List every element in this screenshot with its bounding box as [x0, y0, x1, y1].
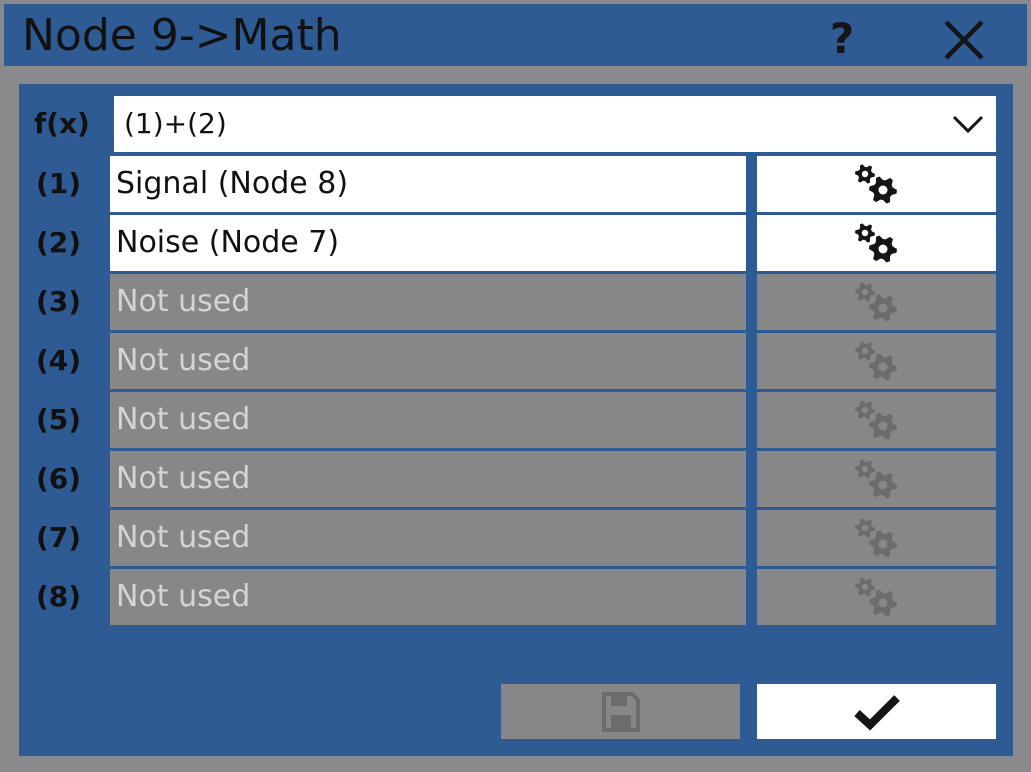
input-source-field[interactable]: Not used — [110, 510, 746, 566]
input-source-field[interactable]: Not used — [110, 333, 746, 389]
input-source-field[interactable]: Noise (Node 7) — [110, 215, 746, 271]
input-label: (5) — [36, 403, 82, 436]
input-settings-button[interactable] — [757, 333, 996, 389]
function-label: f(x) — [34, 107, 90, 140]
input-source-field[interactable]: Not used — [110, 274, 746, 330]
input-source-field[interactable]: Not used — [110, 569, 746, 625]
gears-icon — [854, 164, 897, 204]
checkmark-icon — [853, 694, 900, 731]
input-label: (3) — [36, 285, 82, 318]
input-label: (6) — [36, 462, 82, 495]
gears-icon — [854, 223, 897, 263]
gears-icon — [854, 282, 897, 322]
gears-icon — [854, 459, 897, 499]
close-icon — [944, 20, 984, 60]
input-settings-button[interactable] — [757, 392, 996, 448]
input-source-field[interactable]: Signal (Node 8) — [110, 156, 746, 212]
function-select[interactable]: (1)+(2) — [114, 96, 996, 152]
input-settings-button[interactable] — [757, 215, 996, 271]
input-label: (4) — [36, 344, 82, 377]
function-value: (1)+(2) — [124, 107, 227, 140]
gears-icon — [854, 341, 897, 381]
input-settings-button[interactable] — [757, 510, 996, 566]
gears-icon — [854, 577, 897, 617]
help-button[interactable]: ? — [820, 14, 864, 63]
math-settings-panel: f(x) (1)+(2) (1) Signal (Node 8) (2) Noise … — [19, 84, 1013, 756]
gears-icon — [854, 518, 897, 558]
close-button[interactable] — [938, 16, 990, 64]
save-icon — [601, 691, 640, 732]
title-bar: Node 9->Math ? — [4, 4, 1027, 66]
confirm-button[interactable] — [757, 684, 996, 739]
input-settings-button[interactable] — [757, 451, 996, 507]
input-label: (8) — [36, 580, 82, 613]
chevron-down-icon — [952, 115, 984, 134]
input-settings-button[interactable] — [757, 569, 996, 625]
input-label: (2) — [36, 226, 82, 259]
input-source-field[interactable]: Not used — [110, 451, 746, 507]
gears-icon — [854, 400, 897, 440]
input-label: (1) — [36, 167, 82, 200]
input-label: (7) — [36, 521, 82, 554]
input-source-field[interactable]: Not used — [110, 392, 746, 448]
save-button[interactable] — [501, 684, 740, 739]
input-settings-button[interactable] — [757, 156, 996, 212]
input-settings-button[interactable] — [757, 274, 996, 330]
window-title: Node 9->Math — [22, 10, 342, 61]
